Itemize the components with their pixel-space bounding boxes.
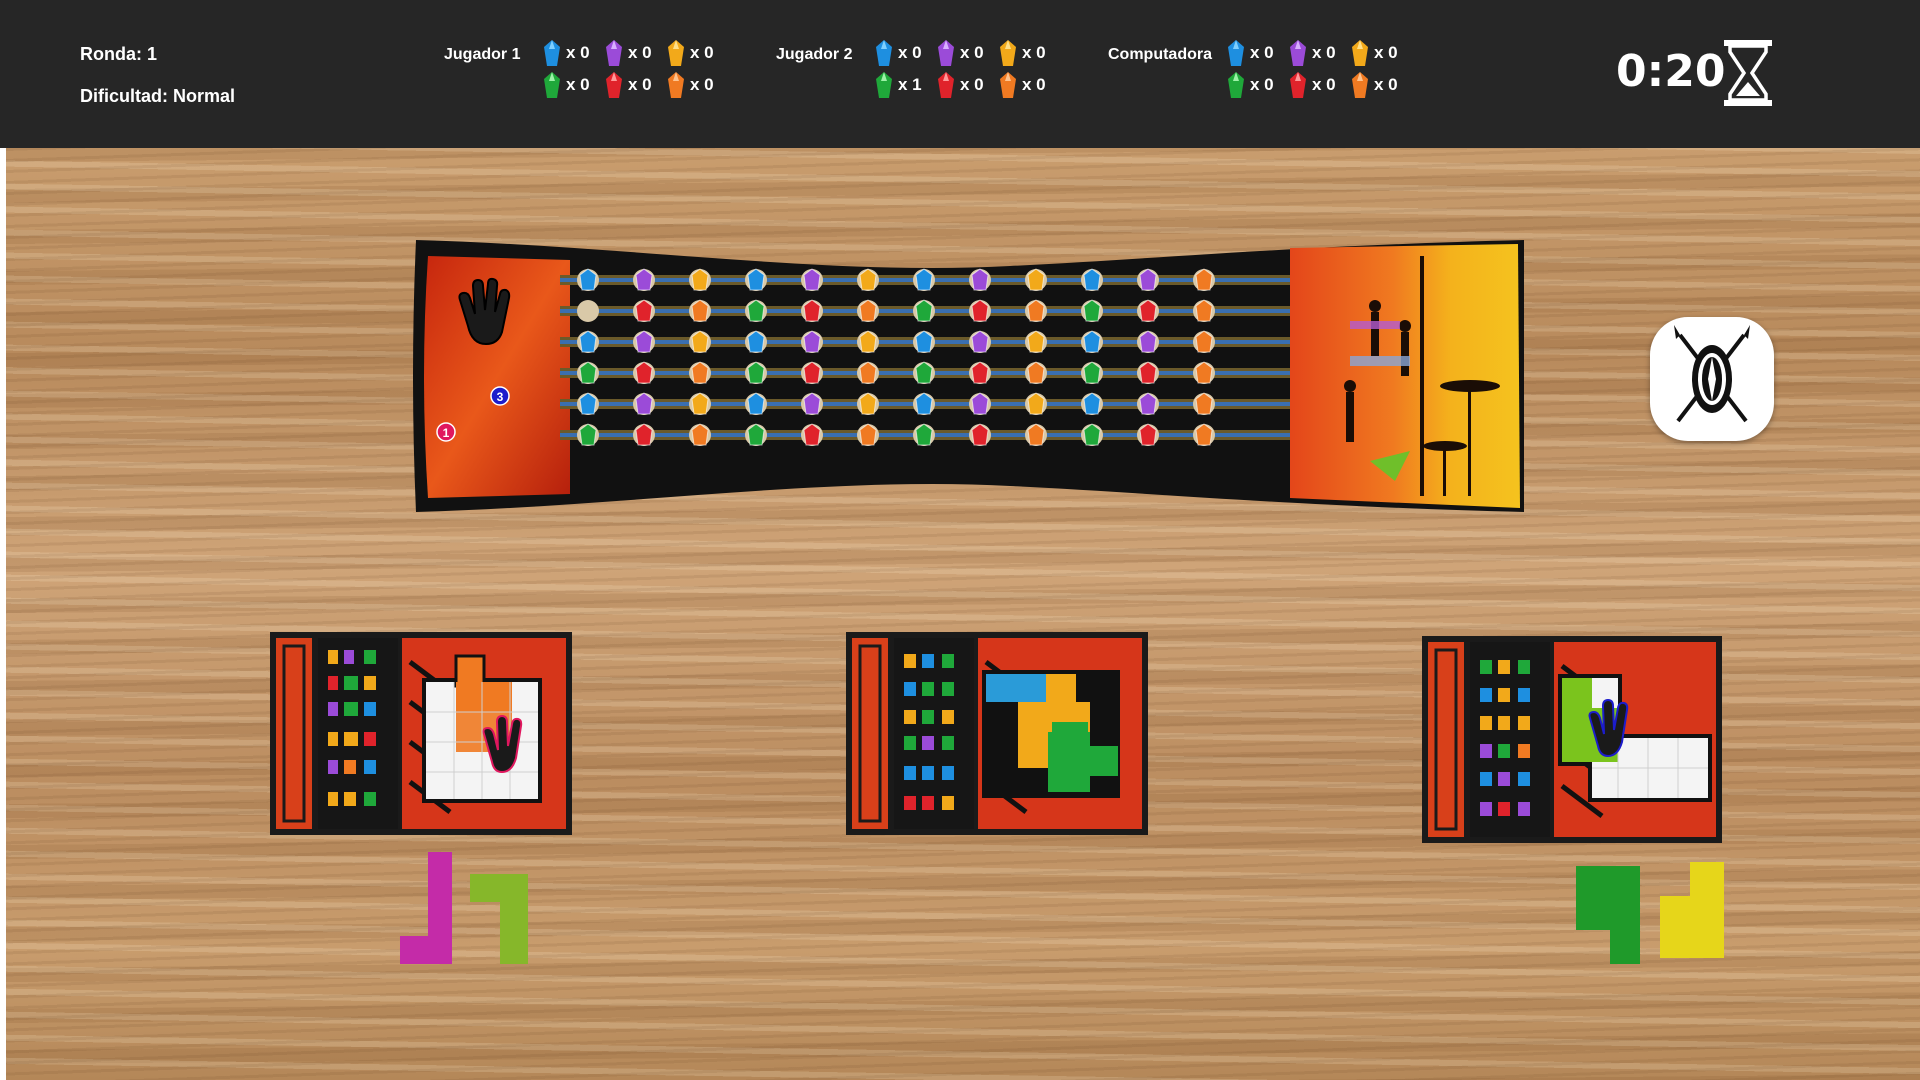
gem-count: x 0 — [1250, 75, 1274, 94]
gem-count: x 0 — [1374, 75, 1398, 94]
board-artwork: 3 1 — [413, 240, 1524, 512]
gem-counter-yellow: x 0 — [668, 40, 730, 66]
gem-count: x 1 — [898, 75, 922, 94]
gem-counter-orange: x 0 — [1000, 72, 1062, 98]
green-piece[interactable] — [1576, 866, 1640, 964]
gem-counter-yellow: x 0 — [1352, 40, 1414, 66]
gem-row: x 0 x 0 x 0 — [1228, 72, 1414, 98]
gem-counter-red: x 0 — [938, 72, 1000, 98]
lime-piece[interactable] — [470, 874, 530, 964]
gem-count: x 0 — [960, 43, 984, 62]
gem-count: x 0 — [1374, 43, 1398, 62]
computer-pattern-card[interactable] — [1422, 636, 1722, 843]
magenta-piece[interactable] — [398, 852, 456, 964]
yellow-gem-icon — [668, 40, 684, 66]
green-gem-icon — [876, 72, 892, 98]
blue-gem-icon — [1228, 40, 1244, 66]
gem-count: x 0 — [1250, 43, 1274, 62]
gem-counter-purple: x 0 — [606, 40, 668, 66]
gem-counter-blue: x 0 — [1228, 40, 1290, 66]
player-name: Computadora — [1108, 46, 1212, 63]
gem-row: x 1 x 0 x 0 — [876, 72, 1062, 98]
player-1-pattern-card[interactable] — [270, 632, 572, 835]
gem-counter-purple: x 0 — [1290, 40, 1352, 66]
gem-count: x 0 — [566, 75, 590, 94]
green-gem-icon — [1228, 72, 1244, 98]
yellow-gem-icon — [1352, 40, 1368, 66]
puzzle-grid — [982, 670, 1120, 798]
red-gem-icon — [1290, 72, 1306, 98]
player-name: Jugador 1 — [444, 46, 521, 63]
gem-count: x 0 — [690, 43, 714, 62]
gem-count: x 0 — [566, 43, 590, 62]
tribal-shield-button[interactable] — [1650, 317, 1774, 441]
gem-row: x 0 x 0 x 0 — [1228, 40, 1414, 66]
gem-count: x 0 — [628, 43, 652, 62]
gem-count: x 0 — [1022, 75, 1046, 94]
hourglass-icon — [1724, 40, 1772, 106]
marker-blue-number: 3 — [497, 390, 504, 404]
red-gem-icon — [938, 72, 954, 98]
gem-counter-green: x 0 — [1228, 72, 1290, 98]
pattern-card-artwork — [846, 632, 1148, 835]
gem-counter-red: x 0 — [1290, 72, 1352, 98]
gem-count: x 0 — [1022, 43, 1046, 62]
orange-gem-icon — [1000, 72, 1016, 98]
orange-gem-icon — [1352, 72, 1368, 98]
gem-counter-green: x 1 — [876, 72, 938, 98]
marker-pink-number: 1 — [443, 426, 450, 440]
yellow-gem-icon — [1000, 40, 1016, 66]
gem-count: x 0 — [960, 75, 984, 94]
gem-counter-red: x 0 — [606, 72, 668, 98]
magenta-piece-shape — [400, 852, 452, 964]
player-name: Jugador 2 — [776, 46, 853, 63]
shield-spears-icon — [1674, 325, 1750, 423]
gem-count: x 0 — [898, 43, 922, 62]
gem-track-board[interactable]: 3 1 — [410, 236, 1530, 516]
pattern-card-artwork — [270, 632, 572, 835]
orange-gem-icon — [668, 72, 684, 98]
gem-count: x 0 — [690, 75, 714, 94]
purple-gem-icon — [1290, 40, 1306, 66]
purple-gem-icon — [938, 40, 954, 66]
gem-count: x 0 — [1312, 75, 1336, 94]
gem-counter-yellow: x 0 — [1000, 40, 1062, 66]
gem-slot[interactable] — [577, 300, 599, 322]
lime-piece-shape — [470, 874, 528, 964]
blue-gem-icon — [544, 40, 560, 66]
difficulty-label: Dificultad: Normal — [80, 86, 236, 106]
turn-timer: 0:20 — [1616, 46, 1726, 97]
top-status-bar: Ronda: 1 Dificultad: Normal Jugador 1 x … — [0, 0, 1920, 148]
round-label: Ronda: 1 — [80, 44, 158, 64]
gem-count: x 0 — [1312, 43, 1336, 62]
gem-counter-orange: x 0 — [1352, 72, 1414, 98]
gem-counter-green: x 0 — [544, 72, 606, 98]
gem-counter-blue: x 0 — [544, 40, 606, 66]
blue-gem-icon — [876, 40, 892, 66]
gem-count: x 0 — [628, 75, 652, 94]
green-piece-shape — [1576, 866, 1640, 964]
yellow-piece[interactable] — [1660, 862, 1726, 958]
gem-row: x 0 x 0 x 0 — [876, 40, 1062, 66]
puzzle-grid — [422, 654, 542, 803]
red-gem-icon — [606, 72, 622, 98]
green-gem-icon — [544, 72, 560, 98]
gem-row: x 0 x 0 x 0 — [544, 72, 730, 98]
gem-counter-purple: x 0 — [938, 40, 1000, 66]
yellow-piece-shape — [1660, 862, 1724, 958]
pattern-card-artwork — [1422, 636, 1722, 843]
gem-counter-orange: x 0 — [668, 72, 730, 98]
player-2-pattern-card[interactable] — [846, 632, 1148, 835]
gem-counter-blue: x 0 — [876, 40, 938, 66]
purple-gem-icon — [606, 40, 622, 66]
gem-row: x 0 x 0 x 0 — [544, 40, 730, 66]
